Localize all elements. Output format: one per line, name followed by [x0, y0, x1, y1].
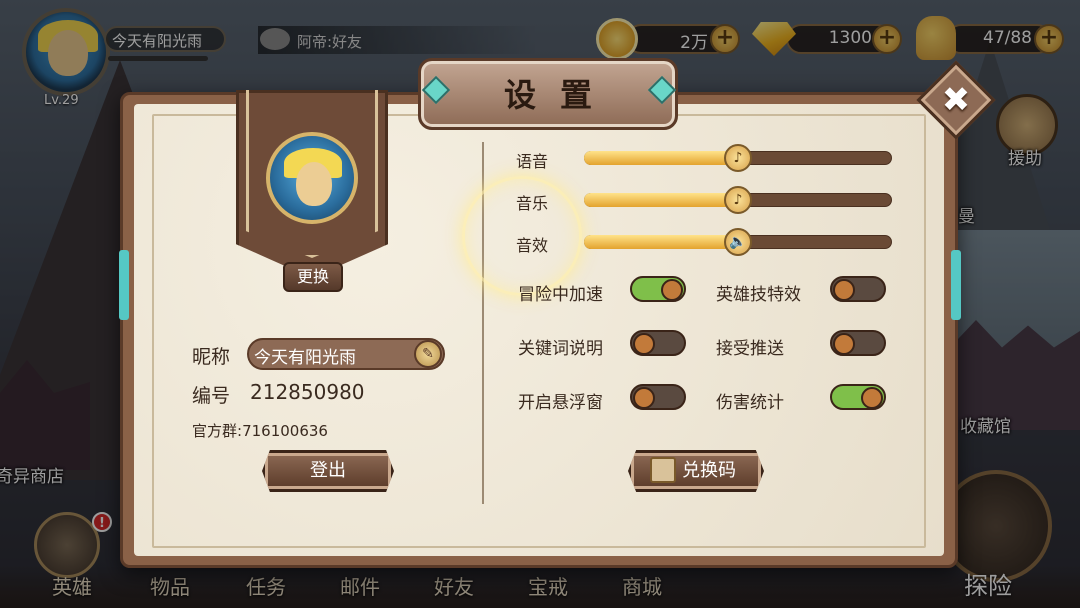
id-label: 编号 [192, 385, 231, 407]
official-group-label: 官方群: [192, 422, 243, 440]
official-group: 官方群:716100636 [192, 420, 328, 441]
nickname-label: 昵称 [192, 346, 231, 368]
music-slider-fill [584, 193, 738, 207]
close-icon[interactable]: ✖ [940, 80, 972, 120]
music-note-icon[interactable]: ♪ [724, 186, 752, 214]
player-id: 212850980 [250, 380, 365, 404]
portrait-face [296, 162, 332, 206]
speaker-icon[interactable]: 🔈 [724, 228, 752, 256]
toggle-float-window[interactable] [630, 384, 686, 410]
toggle-keyword[interactable] [630, 330, 686, 356]
toggle-knob [833, 333, 855, 355]
nickname-value[interactable]: 今天有阳光雨 [254, 343, 356, 368]
panel-side-gem-left [119, 250, 129, 320]
toggle-label-keyword: 关键词说明 [518, 339, 603, 359]
edit-quill-icon[interactable]: ✎ [414, 340, 442, 368]
profile-portrait[interactable] [266, 132, 358, 224]
change-avatar-button[interactable]: 更换 [283, 262, 343, 292]
toggle-skill-fx[interactable] [830, 276, 886, 302]
voice-slider-fill [584, 151, 738, 165]
toggle-label-speedup: 冒险中加速 [518, 285, 603, 305]
toggle-speedup[interactable] [630, 276, 686, 302]
logout-button[interactable]: 登出 [262, 450, 394, 492]
toggle-label-damage-stats: 伤害统计 [716, 393, 784, 413]
toggle-push[interactable] [830, 330, 886, 356]
toggle-knob [861, 387, 883, 409]
toggle-knob [633, 333, 655, 355]
toggle-label-push: 接受推送 [716, 339, 784, 359]
music-note-icon[interactable]: ♪ [724, 144, 752, 172]
toggle-knob [661, 279, 683, 301]
toggle-label-skill-fx: 英雄技特效 [716, 285, 801, 305]
redeem-code-button[interactable]: 兑换码 [628, 450, 764, 492]
settings-title: 设置 [503, 76, 616, 114]
toggle-knob [633, 387, 655, 409]
official-group-number: 716100636 [242, 422, 328, 440]
toggle-damage-stats[interactable] [830, 384, 886, 410]
panel-side-gem-right [951, 250, 961, 320]
voice-label: 语音 [516, 152, 549, 171]
sfx-label: 音效 [516, 236, 549, 255]
gift-icon [650, 457, 676, 483]
toggle-label-float-window: 开启悬浮窗 [518, 393, 603, 413]
sfx-slider-fill [584, 235, 738, 249]
music-label: 音乐 [516, 194, 549, 213]
toggle-knob [833, 279, 855, 301]
